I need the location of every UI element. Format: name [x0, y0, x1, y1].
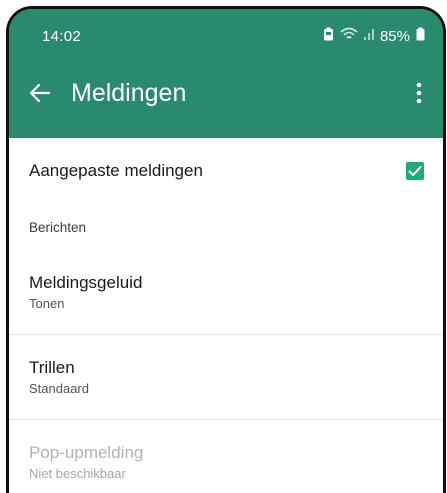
more-vertical-icon[interactable]: [409, 78, 429, 108]
custom-notifications-label: Aangepaste meldingen: [29, 160, 203, 180]
section-header-messages: Berichten: [29, 219, 87, 235]
custom-notifications-checkbox[interactable]: [406, 161, 424, 180]
battery-percentage: 85%: [379, 27, 410, 45]
setting-notification-sound[interactable]: Meldingsgeluid Tonen: [9, 250, 443, 335]
status-time: 14:02: [42, 27, 82, 45]
phone-screen: 14:02 85% Meldingen Aangepaste meldingen…: [6, 6, 446, 493]
page-title: Meldingen: [71, 78, 187, 107]
setting-title: Meldingsgeluid: [29, 272, 143, 292]
status-bar: 14:02 85%: [9, 9, 443, 63]
battery-icon: [416, 27, 425, 45]
setting-title: Trillen: [29, 357, 75, 377]
signal-icon: [363, 27, 374, 45]
checkmark-icon: [408, 165, 422, 176]
battery-saver-icon: [323, 27, 334, 45]
setting-title: Pop-upmelding: [29, 442, 144, 462]
setting-popup-notification: Pop-upmelding Niet beschikbaar: [9, 420, 443, 493]
setting-value: Niet beschikbaar: [29, 465, 126, 481]
setting-value: Tonen: [29, 295, 65, 311]
app-bar: Meldingen: [9, 63, 443, 123]
custom-notifications-row[interactable]: Aangepaste meldingen: [9, 138, 443, 204]
status-icons: 85%: [323, 27, 425, 45]
setting-vibrate[interactable]: Trillen Standaard: [9, 335, 443, 420]
arrow-left-icon[interactable]: [27, 80, 53, 106]
setting-value: Standaard: [29, 380, 89, 396]
wifi-icon: [340, 27, 358, 45]
app-header: 14:02 85% Meldingen: [9, 9, 443, 138]
